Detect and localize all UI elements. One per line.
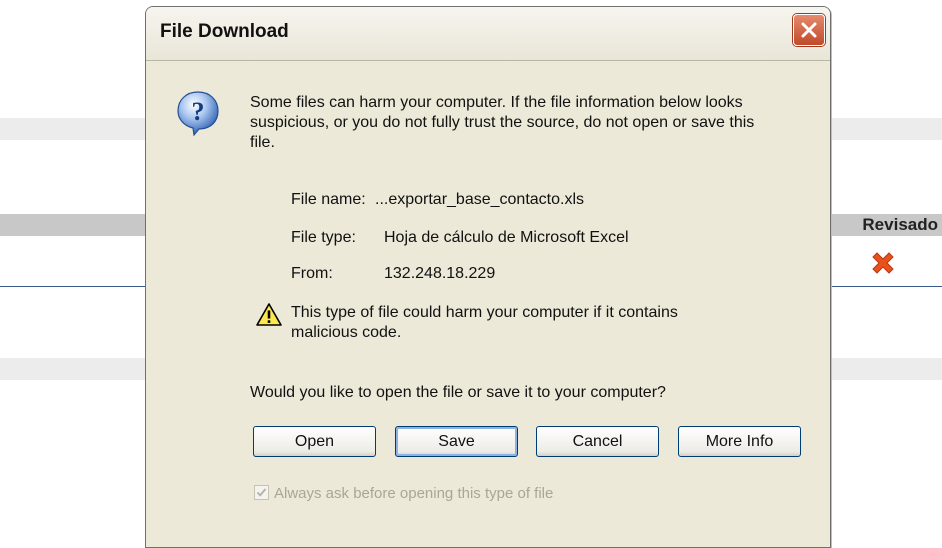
intro-text: Some files can harm your computer. If th… bbox=[250, 94, 755, 151]
warning-text: This type of file could harm your comput… bbox=[291, 304, 678, 341]
question-text: Would you like to open the file or save … bbox=[250, 384, 666, 401]
question-icon: ? bbox=[174, 89, 222, 137]
red-x-icon[interactable] bbox=[868, 249, 898, 279]
more-info-button[interactable]: More Info bbox=[678, 426, 801, 457]
file-from-value: 132.248.18.229 bbox=[384, 265, 496, 282]
always-ask-label: Always ask before opening this type of f… bbox=[274, 485, 554, 502]
close-button[interactable] bbox=[793, 14, 825, 46]
always-ask-checkbox[interactable] bbox=[254, 485, 269, 500]
file-from-row: From: 132.248.18.229 bbox=[291, 265, 495, 283]
file-download-dialog: File Download ? Some files can harm your… bbox=[145, 6, 831, 548]
cancel-button[interactable]: Cancel bbox=[536, 426, 659, 457]
file-name-value: ...exportar_base_contacto.xls bbox=[375, 191, 585, 208]
checkmark-icon bbox=[256, 488, 267, 497]
file-from-label: From: bbox=[291, 265, 333, 282]
dialog-title: File Download bbox=[160, 21, 289, 42]
column-header-revisado: Revisado bbox=[862, 215, 938, 234]
open-button[interactable]: Open bbox=[253, 426, 376, 457]
file-type-value: Hoja de cálculo de Microsoft Excel bbox=[384, 229, 629, 246]
file-type-label: File type: bbox=[291, 229, 356, 246]
file-type-row: File type: Hoja de cálculo de Microsoft E… bbox=[291, 229, 629, 247]
file-name-row: File name: ...exportar_base_contacto.xls bbox=[291, 191, 584, 209]
svg-text:?: ? bbox=[192, 97, 205, 126]
always-ask-option: Always ask before opening this type of f… bbox=[254, 485, 553, 502]
file-name-label: File name: bbox=[291, 191, 366, 208]
close-icon bbox=[801, 22, 817, 38]
save-button[interactable]: Save bbox=[395, 426, 518, 457]
warning-icon bbox=[255, 302, 283, 328]
dialog-titlebar[interactable]: File Download bbox=[146, 7, 830, 61]
